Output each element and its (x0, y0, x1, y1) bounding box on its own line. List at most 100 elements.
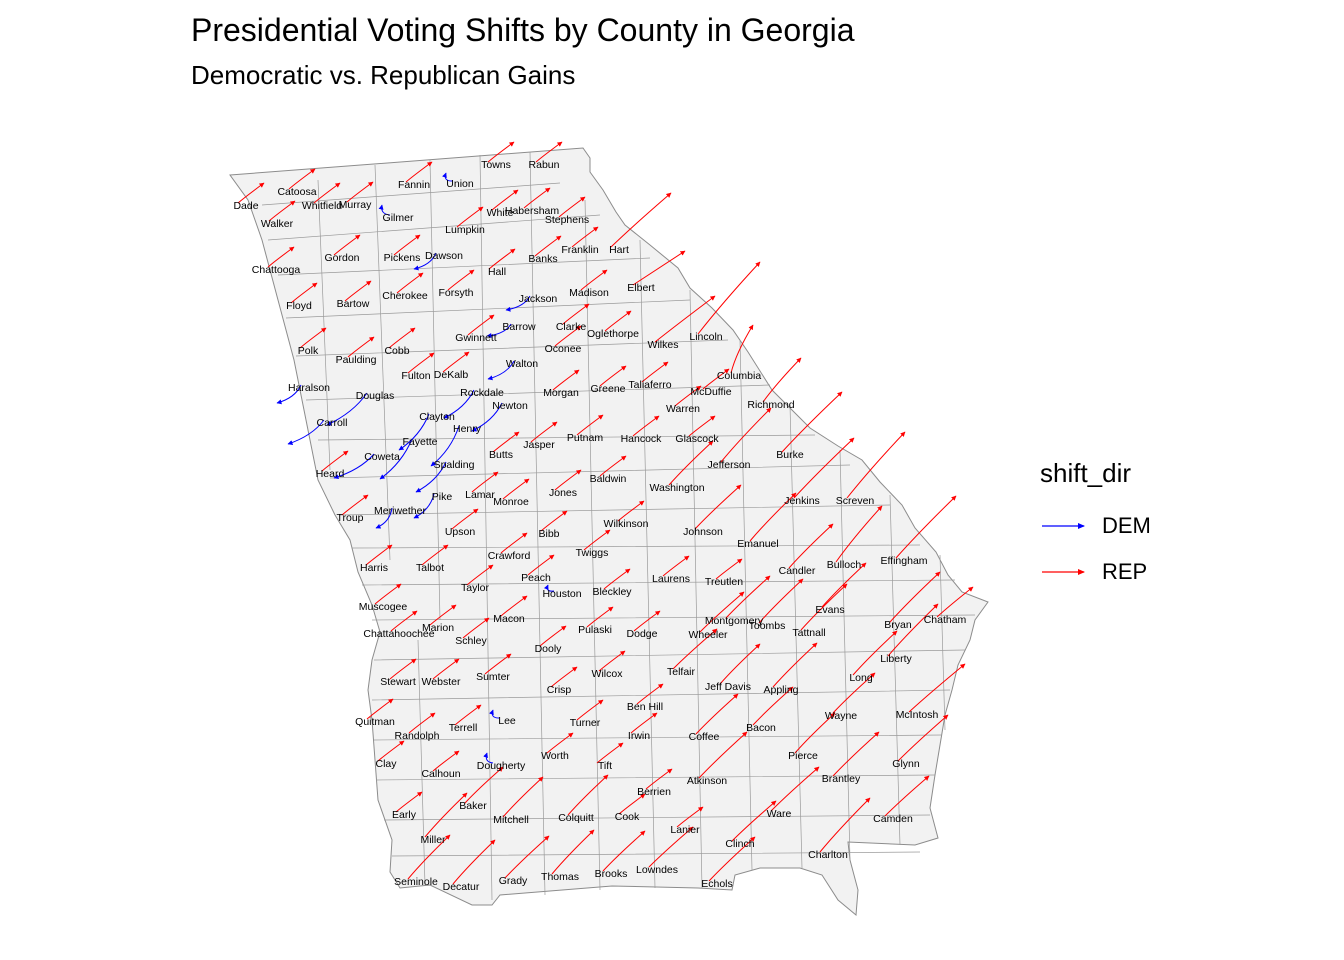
county-label-worth: Worth (541, 750, 569, 762)
county-label-barrow: Barrow (502, 321, 536, 333)
county-label-wayne: Wayne (825, 710, 857, 722)
county-label-jones: Jones (549, 487, 577, 499)
county-label-walton: Walton (506, 358, 538, 370)
county-label-upson: Upson (445, 526, 476, 538)
county-label-taliaferro: Taliaferro (628, 379, 671, 391)
county-label-peach: Peach (521, 572, 551, 584)
county-label-screven: Screven (836, 495, 875, 507)
county-label-wheeler: Wheeler (688, 629, 728, 641)
county-label-spalding: Spalding (434, 459, 475, 471)
county-label-echols: Echols (701, 878, 733, 890)
county-label-gordon: Gordon (324, 252, 359, 264)
county-label-berrien: Berrien (637, 786, 671, 798)
county-label-dade: Dade (233, 200, 258, 212)
county-label-troup: Troup (336, 512, 363, 524)
county-label-toombs: Toombs (749, 620, 786, 632)
county-label-towns: Towns (481, 159, 511, 171)
county-label-terrell: Terrell (449, 722, 478, 734)
county-label-newton: Newton (492, 400, 528, 412)
county-label-miller: Miller (420, 834, 446, 846)
county-label-monroe: Monroe (493, 496, 529, 508)
county-label-rabun: Rabun (529, 159, 560, 171)
county-label-jasper: Jasper (523, 439, 555, 451)
county-label-lumpkin: Lumpkin (445, 224, 485, 236)
county-label-tattnall: Tattnall (792, 627, 825, 639)
county-label-lee: Lee (498, 715, 516, 727)
county-label-franklin: Franklin (561, 244, 599, 256)
county-label-mitchell: Mitchell (493, 814, 529, 826)
county-label-effingham: Effingham (880, 555, 927, 567)
legend: shift_dir DEM REP (1040, 458, 1151, 595)
county-label-jackson: Jackson (519, 293, 558, 305)
county-label-emanuel: Emanuel (737, 538, 778, 550)
county-label-walker: Walker (261, 218, 294, 230)
county-label-cobb: Cobb (384, 345, 409, 357)
county-label-bacon: Bacon (746, 722, 776, 734)
county-label-dougherty: Dougherty (477, 760, 526, 772)
county-label-gwinnett: Gwinnett (455, 332, 497, 344)
county-label-clay: Clay (375, 758, 397, 770)
county-label-murray: Murray (339, 199, 372, 211)
county-label-ware: Ware (767, 808, 792, 820)
county-label-coweta: Coweta (364, 451, 400, 463)
county-label-thomas: Thomas (541, 871, 579, 883)
county-label-elbert: Elbert (627, 282, 655, 294)
county-label-clayton: Clayton (419, 411, 455, 423)
county-label-greene: Greene (590, 383, 625, 395)
county-label-forsyth: Forsyth (438, 287, 473, 299)
county-label-douglas: Douglas (356, 390, 395, 402)
county-label-dodge: Dodge (627, 628, 658, 640)
county-label-paulding: Paulding (336, 354, 377, 366)
county-label-fayette: Fayette (402, 436, 437, 448)
county-label-harris: Harris (360, 562, 388, 574)
county-label-twiggs: Twiggs (576, 547, 609, 559)
county-label-irwin: Irwin (628, 730, 650, 742)
county-label-decatur: Decatur (443, 881, 480, 893)
county-label-lincoln: Lincoln (689, 331, 722, 343)
county-label-colquitt: Colquitt (558, 812, 594, 824)
legend-item-rep: REP (1040, 549, 1151, 595)
county-label-calhoun: Calhoun (421, 768, 460, 780)
county-label-glascock: Glascock (675, 433, 719, 445)
county-label-jefferson: Jefferson (708, 459, 751, 471)
county-label-tift: Tift (598, 760, 612, 772)
county-label-pulaski: Pulaski (578, 624, 612, 636)
county-label-butts: Butts (489, 449, 513, 461)
county-label-wilkes: Wilkes (648, 339, 679, 351)
legend-label-dem: DEM (1102, 513, 1151, 538)
county-label-baldwin: Baldwin (590, 473, 627, 485)
county-label-seminole: Seminole (394, 876, 438, 888)
county-label-pierce: Pierce (788, 750, 818, 762)
county-label-taylor: Taylor (461, 582, 490, 594)
county-label-coffee: Coffee (689, 731, 720, 743)
county-label-clinch: Clinch (725, 838, 754, 850)
county-label-johnson: Johnson (683, 526, 723, 538)
county-label-pike: Pike (432, 491, 453, 503)
county-label-stephens: Stephens (545, 214, 589, 226)
county-label-long: Long (849, 672, 873, 684)
county-label-crawford: Crawford (488, 550, 531, 562)
county-label-dooly: Dooly (535, 643, 563, 655)
county-label-hall: Hall (488, 266, 506, 278)
county-label-burke: Burke (776, 449, 804, 461)
county-label-morgan: Morgan (543, 387, 579, 399)
county-label-stewart: Stewart (380, 676, 416, 688)
county-label-chattahoochee: Chattahoochee (363, 628, 434, 640)
county-label-camden: Camden (873, 813, 913, 825)
county-label-henry: Henry (453, 423, 482, 435)
county-label-floyd: Floyd (286, 300, 312, 312)
legend-item-dem: DEM (1040, 503, 1151, 549)
county-label-bulloch: Bulloch (827, 559, 862, 571)
county-label-mcduffie: McDuffie (690, 386, 731, 398)
county-label-chatham: Chatham (924, 614, 967, 626)
county-label-sumter: Sumter (476, 671, 510, 683)
county-label-hancock: Hancock (621, 433, 663, 445)
county-label-appling: Appling (763, 684, 798, 696)
county-label-glynn: Glynn (892, 758, 920, 770)
county-label-crisp: Crisp (547, 684, 572, 696)
county-label-dekalb: DeKalb (434, 369, 469, 381)
legend-label-rep: REP (1102, 559, 1148, 584)
county-label-columbia: Columbia (717, 370, 762, 382)
county-label-fulton: Fulton (401, 370, 430, 382)
county-label-rockdale: Rockdale (460, 387, 504, 399)
